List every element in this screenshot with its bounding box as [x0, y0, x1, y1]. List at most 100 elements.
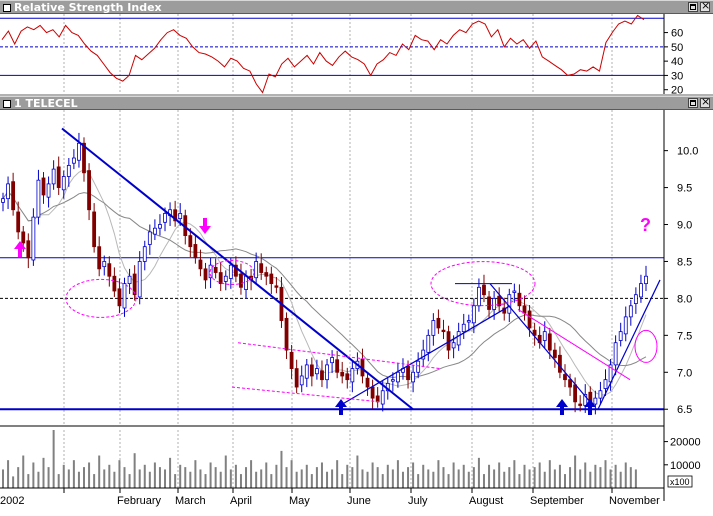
- candle-body: [431, 320, 436, 336]
- candle-body: [568, 379, 572, 388]
- candle-body: [66, 165, 71, 177]
- candle-body: [613, 342, 618, 366]
- price-ytick-label: 7.5: [677, 330, 692, 342]
- candle-body: [56, 166, 61, 188]
- price-title-bar[interactable]: 1 TELECEL: [0, 96, 713, 110]
- candle-body: [441, 329, 446, 333]
- candle-body: [269, 273, 274, 285]
- rsi-title-text: Relative Strength Index: [14, 1, 162, 14]
- candle-body: [299, 375, 304, 386]
- candle-body: [36, 179, 41, 218]
- candle-body: [375, 395, 380, 403]
- price-chart: ? 10.0 9.5 9.0 8.5 8.0 7.5 7.0 6.5 20000 10000 x100…: [0, 110, 701, 507]
- xtick-label: March: [175, 495, 206, 507]
- xtick-label: November: [609, 495, 660, 507]
- question-mark-label: ?: [640, 215, 651, 235]
- maximize-icon[interactable]: [688, 2, 698, 12]
- candle-body: [198, 259, 203, 270]
- xtick-label: September: [530, 495, 584, 507]
- price-ytick-label: 6.5: [677, 404, 692, 416]
- candle-body: [365, 377, 370, 388]
- candle-body: [416, 360, 421, 373]
- close-icon[interactable]: [700, 0, 710, 12]
- candle-body: [41, 177, 46, 196]
- candle-body: [142, 246, 147, 262]
- candle-body: [380, 390, 385, 405]
- candle-body: [107, 263, 112, 277]
- candle-body: [274, 285, 279, 288]
- candle-body: [51, 168, 56, 185]
- candle-body: [598, 390, 603, 399]
- candle-body: [289, 351, 294, 369]
- candle-body: [406, 365, 410, 381]
- candle-body: [644, 275, 648, 285]
- rsi-ytick-label: 40: [671, 56, 683, 68]
- rsi-ytick-label: 20: [671, 85, 683, 96]
- price-ytick-label: 9.0: [677, 220, 692, 232]
- candle-body: [330, 357, 334, 364]
- candle-body: [259, 263, 264, 273]
- rsi-panel: 60 50 40 30 20: [0, 14, 713, 101]
- candle-body: [178, 213, 183, 220]
- rsi-title-bar[interactable]: Relative Strength Index: [0, 0, 713, 14]
- candle-body: [466, 320, 471, 323]
- rsi-ytick-label: 30: [671, 70, 683, 82]
- candle-body: [244, 275, 248, 290]
- candle-body: [411, 371, 416, 383]
- candle-body: [21, 231, 26, 244]
- candle-body: [527, 310, 532, 329]
- price-ytick-label: 9.5: [677, 183, 692, 195]
- candle-body: [512, 290, 517, 293]
- candle-body: [87, 170, 91, 211]
- rsi-ytick-label: 60: [671, 28, 683, 40]
- candle-body: [11, 181, 16, 211]
- candle-body: [633, 294, 638, 304]
- candle-body: [284, 317, 289, 351]
- volume-ytick-label: 10000: [670, 460, 701, 472]
- candle-body: [92, 211, 97, 248]
- xtick-label: April: [230, 495, 252, 507]
- candle-body: [492, 297, 497, 310]
- rsi-chart: 60 50 40 30 20: [0, 14, 713, 97]
- volume-ytick-label: 20000: [670, 437, 701, 449]
- xtick-label: 2002: [0, 495, 24, 507]
- candle-body: [573, 384, 578, 403]
- candle-body: [547, 333, 552, 351]
- price-ytick-label: 8.0: [677, 293, 692, 305]
- candle-body: [223, 275, 228, 282]
- candle-body: [471, 305, 476, 324]
- candle-body: [456, 331, 461, 346]
- close-icon[interactable]: [700, 96, 710, 108]
- candle-body: [218, 272, 223, 285]
- candle-body: [77, 142, 81, 161]
- candle-body: [345, 373, 350, 381]
- rsi-plot-area: [0, 14, 664, 94]
- candle-body: [603, 379, 608, 389]
- xtick-label: June: [347, 495, 371, 507]
- candle-body: [254, 261, 259, 279]
- volume-unit-label: x100: [670, 477, 690, 487]
- xtick-label: August: [469, 495, 503, 507]
- candle-body: [1, 198, 5, 203]
- window-menu-icon[interactable]: [3, 4, 11, 12]
- candle-body: [127, 275, 132, 285]
- candle-body: [451, 342, 456, 349]
- candle-body: [304, 364, 309, 379]
- candle-body: [522, 305, 527, 314]
- candle-body: [558, 354, 562, 373]
- candle-body: [147, 231, 152, 245]
- candle-body: [563, 374, 567, 381]
- candle-body: [477, 286, 481, 307]
- candle-body: [61, 176, 66, 191]
- candle-body: [239, 273, 243, 288]
- candle-body: [487, 296, 491, 310]
- window-menu-icon[interactable]: [3, 100, 11, 108]
- candle-body: [188, 235, 193, 248]
- candle-body: [315, 368, 319, 375]
- candle-body: [335, 359, 340, 373]
- candle-body: [390, 379, 395, 382]
- candle-body: [122, 283, 127, 309]
- price-ytick-label: 10.0: [677, 146, 698, 158]
- price-ytick-label: 8.5: [677, 256, 692, 268]
- maximize-icon[interactable]: [688, 98, 698, 108]
